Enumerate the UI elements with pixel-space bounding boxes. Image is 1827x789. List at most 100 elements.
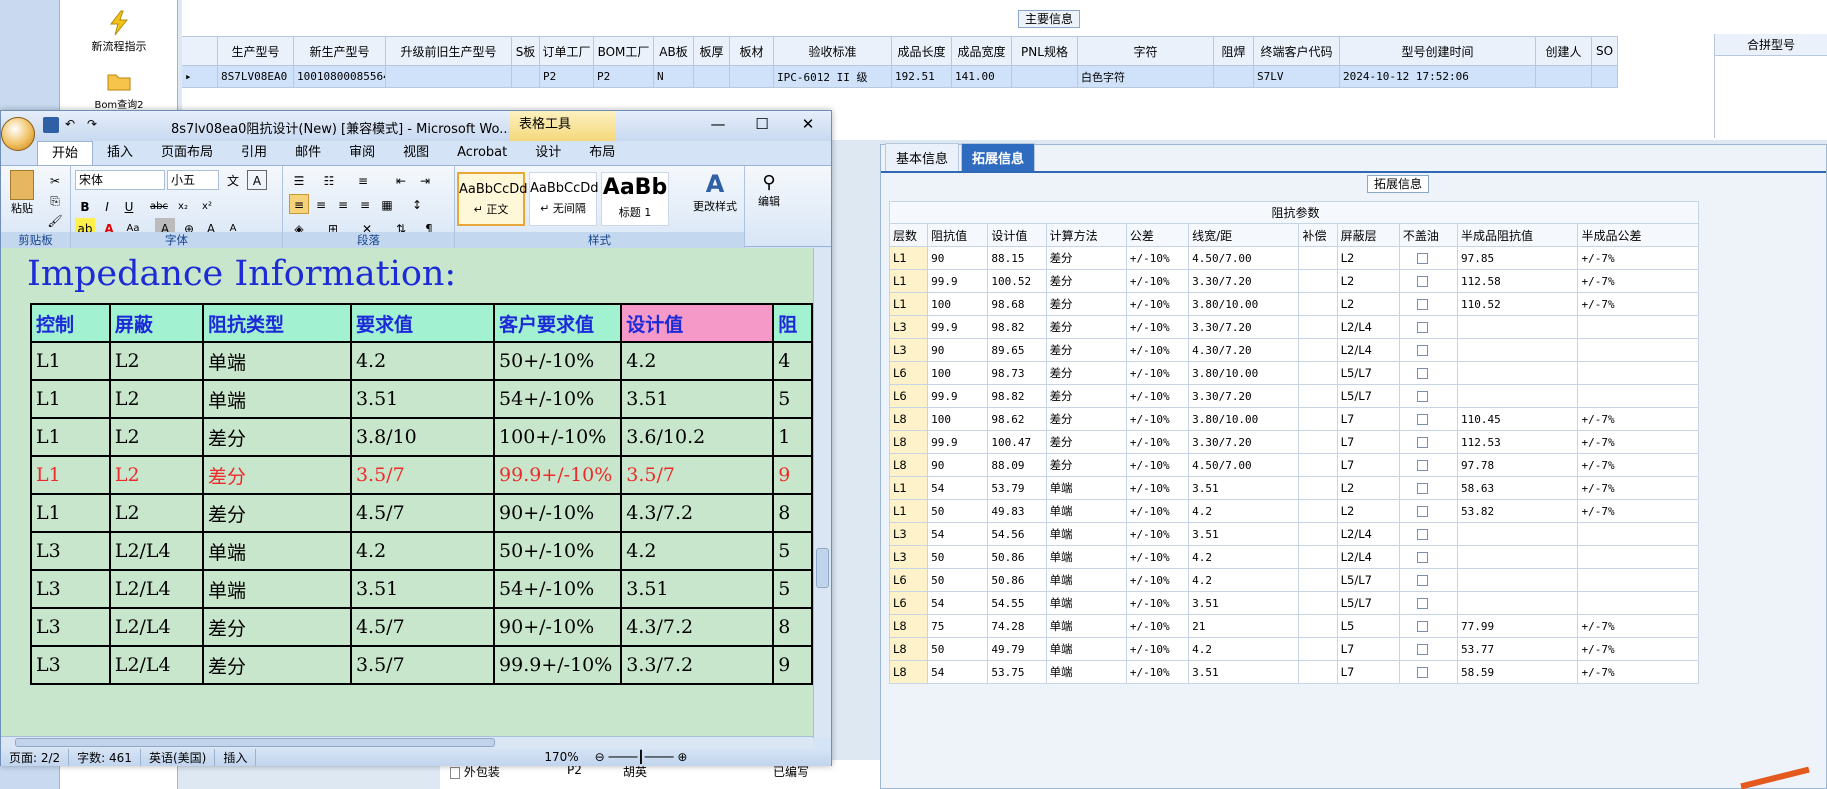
no-mask-checkbox[interactable] — [1416, 575, 1428, 586]
minimize-icon[interactable]: — — [703, 115, 733, 133]
impedance-row[interactable]: L6 54 54.55 单端 +/-10% 3.51 L5/L7 — [888, 591, 1699, 615]
bullets-icon[interactable]: ☰ — [289, 170, 309, 190]
impedance-column-header[interactable]: 半成品阻抗值 — [1457, 223, 1579, 247]
impedance-row[interactable]: L8 99.9 100.47 差分 +/-10% 3.30/7.20 L7 112.53 +/-… — [888, 430, 1699, 454]
no-mask-checkbox[interactable] — [1416, 506, 1428, 517]
redo-icon[interactable]: ↷ — [87, 117, 103, 133]
impedance-row[interactable]: L1 50 49.83 单端 +/-10% 4.2 L2 53.82 +/-7% — [888, 499, 1699, 523]
ribbon-tab[interactable]: 设计 — [521, 141, 575, 165]
impedance-column-header[interactable]: 设计值 — [987, 223, 1047, 247]
ribbon-tab[interactable]: 视图 — [389, 141, 443, 165]
no-mask-checkbox[interactable] — [1416, 529, 1428, 540]
no-mask-checkbox[interactable] — [1416, 598, 1428, 609]
main-column-header[interactable]: 型号创建时间 — [1340, 37, 1536, 65]
impedance-row[interactable]: L8 50 49.79 单端 +/-10% 4.2 L7 53.77 +/-7% — [888, 637, 1699, 661]
impedance-column-header[interactable]: 层数 — [888, 223, 929, 247]
no-mask-checkbox[interactable] — [1416, 621, 1428, 632]
main-column-header[interactable]: 板材 — [730, 37, 774, 65]
hscroll-thumb[interactable] — [15, 738, 495, 747]
no-mask-checkbox[interactable] — [1416, 276, 1428, 287]
no-mask-checkbox[interactable] — [1416, 391, 1428, 402]
impedance-row[interactable]: L3 54 54.56 单端 +/-10% 3.51 L2/L4 — [888, 522, 1699, 546]
underline-button[interactable]: U — [119, 196, 139, 216]
main-column-header[interactable]: 字符 — [1078, 37, 1214, 65]
new-flow-nav-button[interactable]: 新流程指示 — [60, 10, 178, 54]
no-mask-checkbox[interactable] — [1416, 322, 1428, 333]
main-column-header[interactable]: 升级前旧生产型号 — [386, 37, 512, 65]
style-no-spacing[interactable]: AaBbCcDd ↵ 无间隔 — [529, 172, 599, 226]
italic-button[interactable]: I — [97, 196, 117, 216]
phonetic-guide-icon[interactable]: 文 — [223, 170, 243, 190]
main-column-header[interactable]: 成品长度 — [892, 37, 952, 65]
doc-row[interactable]: L3 L2/L4 差分 4.5/7 90+/-10% 4.3/7.2 8 — [30, 607, 813, 647]
doc-row[interactable]: L1 L2 差分 3.5/7 99.9+/-10% 3.5/7 9 — [30, 455, 813, 495]
cut-icon[interactable]: ✂ — [45, 170, 65, 190]
change-styles-button[interactable]: A 更改样式 — [689, 170, 741, 214]
impedance-row[interactable]: L8 90 88.09 差分 +/-10% 4.50/7.00 L7 97.78 +/-7% — [888, 453, 1699, 477]
ribbon-tab[interactable]: 布局 — [575, 141, 629, 165]
strikethrough-button[interactable]: abc — [149, 196, 169, 216]
ribbon-tab[interactable]: 邮件 — [281, 141, 335, 165]
no-mask-checkbox[interactable] — [1416, 437, 1428, 448]
impedance-row[interactable]: L6 50 50.86 单端 +/-10% 4.2 L5/L7 — [888, 568, 1699, 592]
zoom-level[interactable]: 170% — [536, 750, 586, 764]
doc-row[interactable]: L1 L2 单端 3.51 54+/-10% 3.51 5 — [30, 379, 813, 419]
ribbon-tab[interactable]: 审阅 — [335, 141, 389, 165]
main-column-header[interactable]: 终端客户代码 — [1254, 37, 1340, 65]
office-button[interactable] — [1, 117, 35, 151]
status-words[interactable]: 字数: 461 — [69, 748, 141, 766]
doc-row[interactable]: L3 L2/L4 单端 4.2 50+/-10% 4.2 5 — [30, 531, 813, 571]
no-mask-checkbox[interactable] — [1416, 460, 1428, 471]
doc-row[interactable]: L3 L2/L4 差分 3.5/7 99.9+/-10% 3.3/7.2 9 — [30, 645, 813, 685]
no-mask-checkbox[interactable] — [1416, 368, 1428, 379]
impedance-column-header[interactable]: 不盖油 — [1398, 223, 1459, 247]
impedance-column-header[interactable]: 公差 — [1125, 223, 1190, 247]
horizontal-scrollbar[interactable] — [1, 736, 813, 748]
main-column-header[interactable]: BOM工厂 — [594, 37, 654, 65]
no-mask-checkbox[interactable] — [1416, 552, 1428, 563]
tab-extended-info[interactable]: 拓展信息 — [961, 143, 1036, 171]
bold-button[interactable]: B — [75, 196, 95, 216]
status-insert-mode[interactable]: 插入 — [215, 748, 257, 766]
paste-button[interactable]: 粘贴 — [7, 170, 37, 216]
justify-button[interactable]: ≡ — [355, 194, 375, 214]
bom-query-nav-button[interactable]: Bom查询2 — [60, 68, 178, 111]
main-column-header[interactable]: SO — [1592, 37, 1618, 65]
decrease-indent-icon[interactable]: ⇤ — [391, 170, 411, 190]
scroll-thumb[interactable] — [816, 548, 829, 588]
distributed-button[interactable]: ▦ — [377, 194, 397, 214]
ribbon-tab[interactable]: Acrobat — [443, 141, 521, 165]
subscript-button[interactable]: x₂ — [173, 196, 193, 216]
doc-row[interactable]: L3 L2/L4 单端 3.51 54+/-10% 3.51 5 — [30, 569, 813, 609]
doc-row[interactable]: L1 L2 差分 4.5/7 90+/-10% 4.3/7.2 8 — [30, 493, 813, 533]
main-column-header[interactable]: S板 — [512, 37, 540, 65]
edit-button[interactable]: ⚲ 编辑 — [749, 172, 789, 209]
impedance-row[interactable]: L6 99.9 98.82 差分 +/-10% 3.30/7.20 L5/L7 — [888, 384, 1699, 408]
style-heading-1[interactable]: AaBb 标题 1 — [601, 172, 669, 226]
numbering-icon[interactable]: ☷ — [319, 170, 339, 190]
font-size-combo[interactable]: 小五 — [167, 170, 219, 190]
impedance-row[interactable]: L3 50 50.86 单端 +/-10% 4.2 L2/L4 — [888, 545, 1699, 569]
impedance-row[interactable]: L1 99.9 100.52 差分 +/-10% 3.30/7.20 L2 112.58 +/-… — [888, 269, 1699, 293]
no-mask-checkbox[interactable] — [1416, 414, 1428, 425]
ribbon-tab[interactable]: 开始 — [37, 141, 94, 165]
impedance-row[interactable]: L6 100 98.73 差分 +/-10% 3.80/10.00 L5/L7 — [888, 361, 1699, 385]
char-border-icon[interactable]: A — [247, 170, 267, 190]
main-column-header[interactable]: 板厚 — [694, 37, 730, 65]
align-right-button[interactable]: ≡ — [333, 194, 353, 214]
impedance-row[interactable]: L1 100 98.68 差分 +/-10% 3.80/10.00 L2 110.52 +/-7… — [888, 292, 1699, 316]
impedance-column-header[interactable]: 屏蔽层 — [1336, 223, 1400, 247]
no-mask-checkbox[interactable] — [1416, 483, 1428, 494]
main-column-header[interactable]: PNL规格 — [1012, 37, 1078, 65]
align-center-button[interactable]: ≡ — [311, 194, 331, 214]
impedance-row[interactable]: L3 99.9 98.82 差分 +/-10% 3.30/7.20 L2/L4 — [888, 315, 1699, 339]
tab-basic-info[interactable]: 基本信息 — [885, 143, 960, 171]
copy-icon[interactable]: ⎘ — [45, 190, 65, 210]
style-normal[interactable]: AaBbCcDd ↵ 正文 — [457, 172, 528, 226]
impedance-row[interactable]: L3 90 89.65 差分 +/-10% 4.30/7.20 L2/L4 — [888, 338, 1699, 362]
row-selector[interactable]: ▸ — [182, 66, 218, 87]
no-mask-checkbox[interactable] — [1416, 667, 1428, 678]
status-page[interactable]: 页面: 2/2 — [1, 748, 70, 766]
no-mask-checkbox[interactable] — [1416, 345, 1428, 356]
doc-row[interactable]: L1 L2 差分 3.8/10 100+/-10% 3.6/10.2 1 — [30, 417, 813, 457]
